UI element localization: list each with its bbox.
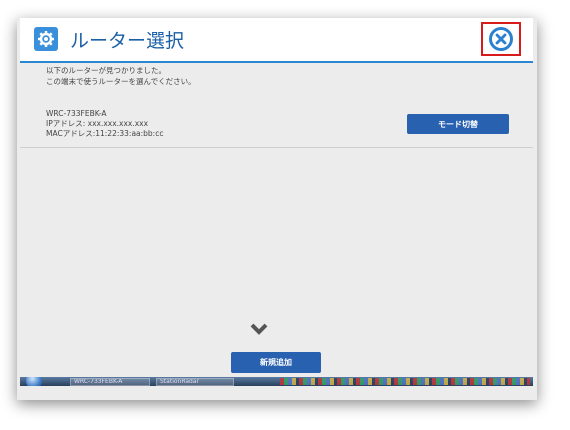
taskbar-item-router[interactable]: WRC-733FEBK-A	[70, 378, 150, 386]
add-new-button[interactable]: 新規追加	[231, 352, 321, 373]
taskbar-item-station[interactable]: StationRadar	[156, 378, 234, 386]
close-button[interactable]	[481, 22, 521, 56]
router-info: WRC-733FEBK-A IPアドレス: xxx.xxx.xxx.xxx MA…	[46, 109, 163, 139]
title-bar: ルーター選択	[20, 18, 533, 63]
content-area: 以下のルーターが見つかりました。 この端末で使うルーターを選んでください。 WR…	[20, 63, 533, 363]
router-mac: MACアドレス:11:22:33:aa:bb:cc	[46, 129, 164, 138]
close-icon[interactable]	[489, 27, 513, 51]
router-select-window: ルーター選択 以下のルーターが見つかりました。 この端末で使うルーターを選んでく…	[20, 18, 533, 386]
gear-icon	[34, 27, 58, 51]
system-tray	[280, 378, 530, 385]
router-list-item[interactable]: WRC-733FEBK-A IPアドレス: xxx.xxx.xxx.xxx MA…	[20, 107, 533, 148]
intro-text: 以下のルーターが見つかりました。 この端末で使うルーターを選んでください。	[46, 65, 196, 87]
taskbar: WRC-733FEBK-A StationRadar	[20, 377, 533, 386]
mode-switch-button[interactable]: モード切替	[407, 114, 509, 134]
start-button[interactable]	[26, 377, 42, 386]
window-title: ルーター選択	[70, 30, 185, 52]
intro-line-1: 以下のルーターが見つかりました。	[46, 66, 166, 75]
router-model: WRC-733FEBK-A	[46, 109, 107, 118]
chevron-down-icon[interactable]	[249, 321, 269, 340]
intro-line-2: この端末で使うルーターを選んでください。	[46, 77, 196, 86]
router-ip: IPアドレス: xxx.xxx.xxx.xxx	[46, 119, 149, 128]
